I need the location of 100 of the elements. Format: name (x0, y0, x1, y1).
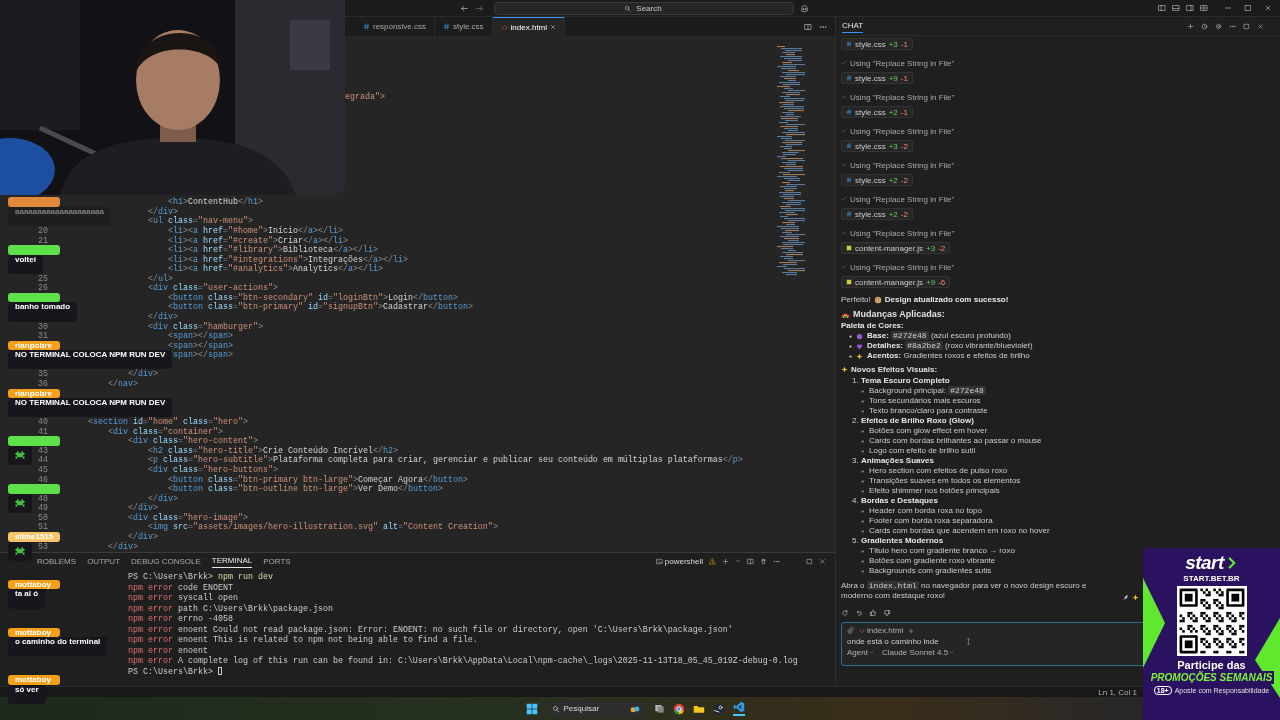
history-icon[interactable] (1201, 22, 1208, 30)
bullet-icon (861, 519, 864, 523)
task-view-icon[interactable] (653, 703, 665, 714)
code-line: <li><a href="#analytics">Analytics</a></li> (167, 265, 383, 275)
close-panel-icon[interactable] (819, 557, 826, 565)
code-line: </div> (148, 313, 178, 322)
thumbs-down-icon[interactable] (883, 609, 891, 617)
list-item-text: Efeito shimmer nos botões principais (869, 486, 1000, 496)
terminal-icon (655, 557, 663, 565)
code-line: <button class="btn-secondary" id="loginBtn">Login</button> (167, 293, 458, 303)
terminal-line: npm error A complete log of this run can be found in: C:\Users\Brkk\AppData\Local\npm-cache\_logs\2025-11-13T18_05_45_019Z-debug-0.log (128, 656, 799, 667)
retry-icon[interactable] (841, 609, 849, 617)
thumbs-up-icon[interactable] (869, 609, 877, 617)
username-badge: mottaboy (8, 579, 60, 590)
mode-dropdown[interactable]: Agent (847, 648, 874, 657)
chat-text: Perfeito! (841, 295, 871, 305)
list-item-text: Backgrounds com gradientes sutis (869, 566, 992, 576)
line-number: 43 (38, 445, 48, 456)
chat-message: voltei (8, 254, 43, 274)
bullet-icon (849, 344, 852, 348)
close-icon[interactable] (550, 24, 557, 30)
line-number: 49 (38, 503, 48, 514)
file-chip[interactable]: style.css +9 -1 (841, 72, 913, 84)
tool-status: Using "Replace String in File" (850, 58, 955, 68)
shell-label: powershell (664, 556, 703, 566)
new-terminal-icon[interactable] (722, 557, 729, 565)
maximize-icon[interactable] (1243, 22, 1250, 30)
split-editor-icon[interactable] (804, 22, 812, 31)
line-number: 36 (38, 378, 48, 389)
panel-tab[interactable]: CHAT (842, 19, 864, 33)
code-line: egrada"> (345, 93, 385, 103)
settings-icon[interactable] (1215, 22, 1222, 30)
code-line: <li><a href="#library">Biblioteca</a></li> (167, 246, 378, 256)
code-line: <li><a href="#home">Início</a></li> (167, 226, 343, 236)
editor-tab[interactable]: style.css (434, 17, 493, 36)
emote-icon (14, 497, 26, 510)
file-chip[interactable]: content-manager.js +3 -2 (841, 242, 951, 254)
bullet-icon (849, 334, 852, 338)
secondary-sidebar-icon[interactable] (1186, 4, 1194, 12)
paperclip-icon[interactable] (847, 627, 854, 634)
file-chip[interactable]: style.css +2 -1 (841, 106, 913, 118)
panel-toggle-icon[interactable] (1172, 4, 1180, 12)
message-field[interactable]: onde está o caminho inde (847, 637, 957, 646)
chat-message: ta ai ó (8, 589, 46, 609)
line-number: 26 (38, 283, 48, 294)
code-editor-icon[interactable] (732, 701, 745, 716)
list-item-text: Cards com bordas que acendem em roxo no hover (869, 526, 1050, 536)
forward-arrow-icon[interactable] (475, 3, 484, 13)
panel-tab[interactable]: TERMINAL (211, 554, 253, 568)
code-line: </div> (128, 370, 158, 380)
file-chip[interactable]: content-manager.js +9 -6 (841, 276, 951, 288)
close-icon[interactable] (1264, 4, 1272, 12)
username-badge: rianpobre (8, 340, 60, 351)
layout-icon[interactable] (1200, 4, 1208, 12)
model-dropdown[interactable]: Claude Sonnet 4.5 (881, 648, 955, 657)
panel-tab[interactable]: DEBUG CONSOLE (131, 554, 201, 568)
terminal-line: npm error enoent This is related to npm not being able to find a file. (128, 635, 479, 646)
code-line: <div class="hero-image"> (128, 513, 248, 523)
file-chip[interactable]: style.css +3 -1 (841, 38, 913, 50)
undo-icon[interactable] (855, 609, 863, 617)
terminal-line: npm error path C:\Users\Brkk\package.json (128, 603, 334, 614)
panel-tab[interactable]: PORTS (263, 554, 291, 568)
close-icon[interactable] (1257, 22, 1264, 30)
back-arrow-icon[interactable] (460, 3, 469, 13)
line-number: 25 (38, 273, 48, 284)
plus-icon[interactable] (1187, 22, 1194, 30)
maximize-icon[interactable] (1244, 4, 1252, 12)
context-file-chip[interactable]: index.html (859, 626, 904, 635)
line-number: 31 (38, 331, 48, 342)
list-item-text: Footer com borda roxa separadora (869, 516, 993, 526)
username-badge: slime1515 (8, 532, 61, 542)
line-number: 21 (38, 235, 48, 246)
ad-highlight: PROMOÇÕES SEMANAIS (1148, 671, 1275, 684)
list-item-text: Título hero com gradiente branco → roxo (869, 546, 1015, 556)
taskbar-search-field[interactable]: Pesquisar (545, 700, 646, 717)
editor-tab[interactable]: index.html (492, 17, 566, 36)
windows-start-icon[interactable] (525, 702, 538, 715)
search-icon (624, 4, 631, 12)
code-line: <img src="assets/images/hero-illustration.svg" alt="Content Creation"> (148, 523, 498, 533)
file-chip[interactable]: style.css +2 -2 (841, 208, 913, 220)
editor-tab[interactable]: responsive.css (355, 17, 435, 36)
text-cursor-icon (965, 638, 972, 645)
section-subheading: Paleta de Cores: (841, 321, 905, 331)
line-number: 40 (38, 417, 48, 428)
split-terminal-icon[interactable] (747, 557, 754, 565)
search-field[interactable]: Search (494, 1, 794, 15)
panel-tab[interactable]: OUTPUT (87, 554, 120, 568)
sidebar-toggle-icon[interactable] (1158, 4, 1166, 12)
browser-icon[interactable] (672, 702, 685, 715)
file-chip[interactable]: style.css +2 -2 (841, 174, 913, 186)
sparkle-icon (841, 366, 848, 373)
file-chip[interactable]: style.css +3 -2 (841, 140, 913, 152)
list-heading: 3. Animações Suaves (852, 456, 934, 466)
list-item-text: Tons secundários mais escuros (869, 396, 981, 406)
maximize-panel-icon[interactable] (806, 557, 813, 565)
plus-icon[interactable] (908, 627, 915, 634)
panel-tab[interactable]: ROBLEMS (37, 554, 77, 568)
cursor-position[interactable]: Ln 1, Col 1 (1098, 687, 1137, 697)
chat-message: NO TERMINAL COLOCA NPM RUN DEV (8, 398, 173, 418)
tool-status: Using "Replace String in File" (850, 160, 955, 170)
